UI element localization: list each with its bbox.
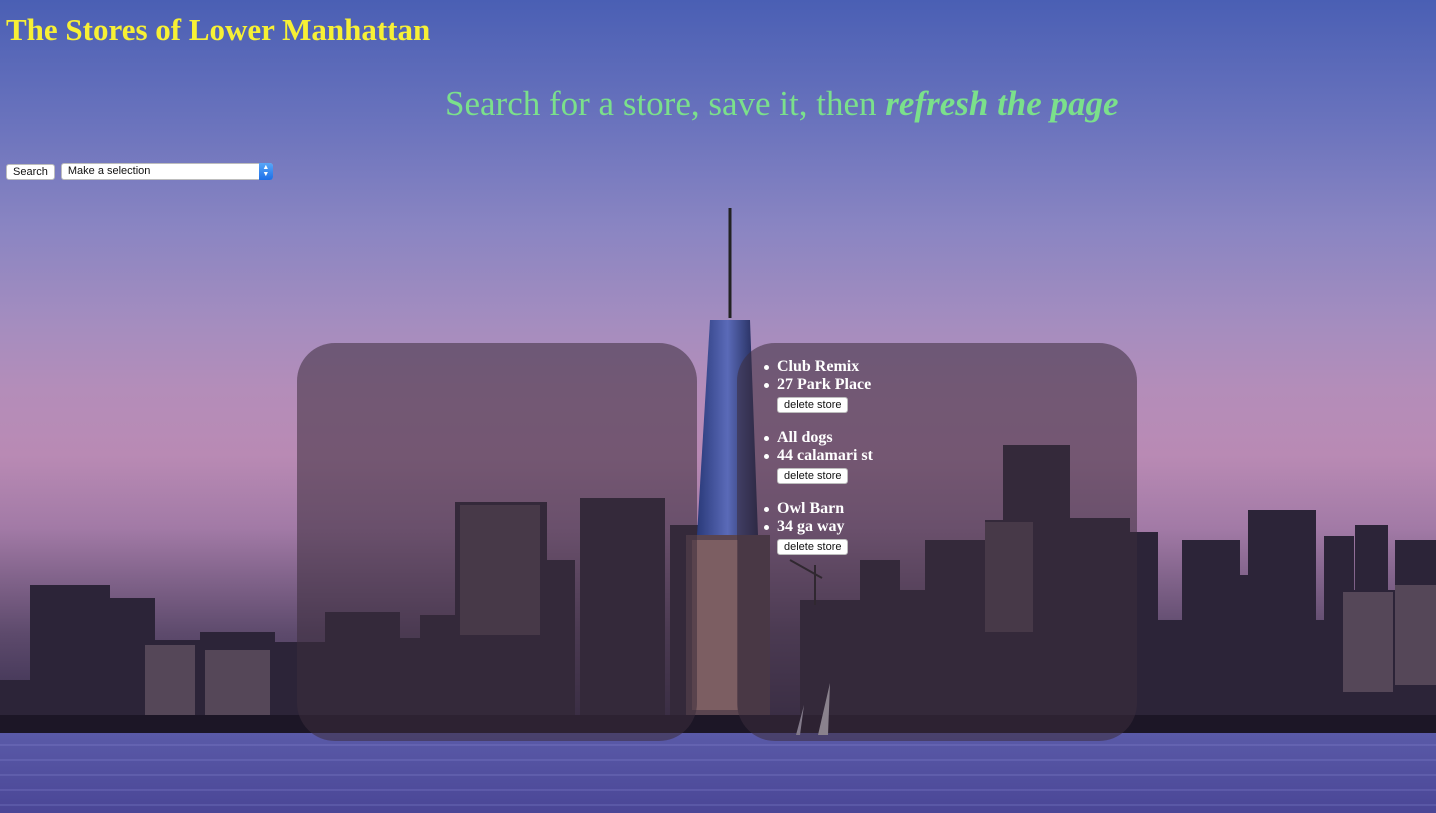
bullet-icon	[764, 525, 769, 530]
store-name: Club Remix	[777, 358, 860, 375]
bullet-icon	[764, 507, 769, 512]
store-entry: Club Remix 27 Park Place delete store	[764, 358, 873, 413]
instruction-emphasis: refresh the page	[885, 84, 1119, 123]
store-select-dropdown[interactable]: Make a selection ▲ ▼	[60, 163, 273, 180]
instruction-text: Search for a store, save it, then	[445, 84, 886, 123]
store-name-item: Club Remix	[764, 358, 873, 376]
bullet-icon	[764, 383, 769, 388]
bullet-icon	[764, 454, 769, 459]
store-name-item: All dogs	[764, 429, 873, 447]
store-address: 27 Park Place	[777, 376, 872, 393]
store-name: Owl Barn	[777, 500, 845, 517]
saved-stores-list: Club Remix 27 Park Place delete store Al…	[764, 358, 873, 571]
store-address-item: 44 calamari st	[764, 447, 873, 465]
delete-store-button[interactable]: delete store	[777, 468, 849, 484]
store-select-value: Make a selection	[67, 165, 151, 177]
store-address-item: 34 ga way	[764, 518, 873, 536]
search-results-panel	[297, 343, 697, 741]
site-title: The Stores of Lower Manhattan	[6, 12, 431, 47]
store-name-item: Owl Barn	[764, 500, 873, 518]
up-down-chevron-icon: ▲ ▼	[258, 163, 273, 180]
bullet-icon	[764, 436, 769, 441]
store-address: 44 calamari st	[777, 447, 873, 464]
bullet-icon	[764, 365, 769, 370]
store-entry: All dogs 44 calamari st delete store	[764, 429, 873, 484]
instruction-heading: Search for a store, save it, then refres…	[445, 84, 1119, 124]
store-name: All dogs	[777, 429, 833, 446]
store-entry: Owl Barn 34 ga way delete store	[764, 500, 873, 555]
store-address-item: 27 Park Place	[764, 376, 873, 394]
search-controls: Search Make a selection ▲ ▼	[6, 163, 273, 180]
delete-store-button[interactable]: delete store	[777, 397, 849, 413]
search-button[interactable]: Search	[6, 163, 55, 180]
store-address: 34 ga way	[777, 518, 845, 535]
delete-store-button[interactable]: delete store	[777, 539, 849, 555]
